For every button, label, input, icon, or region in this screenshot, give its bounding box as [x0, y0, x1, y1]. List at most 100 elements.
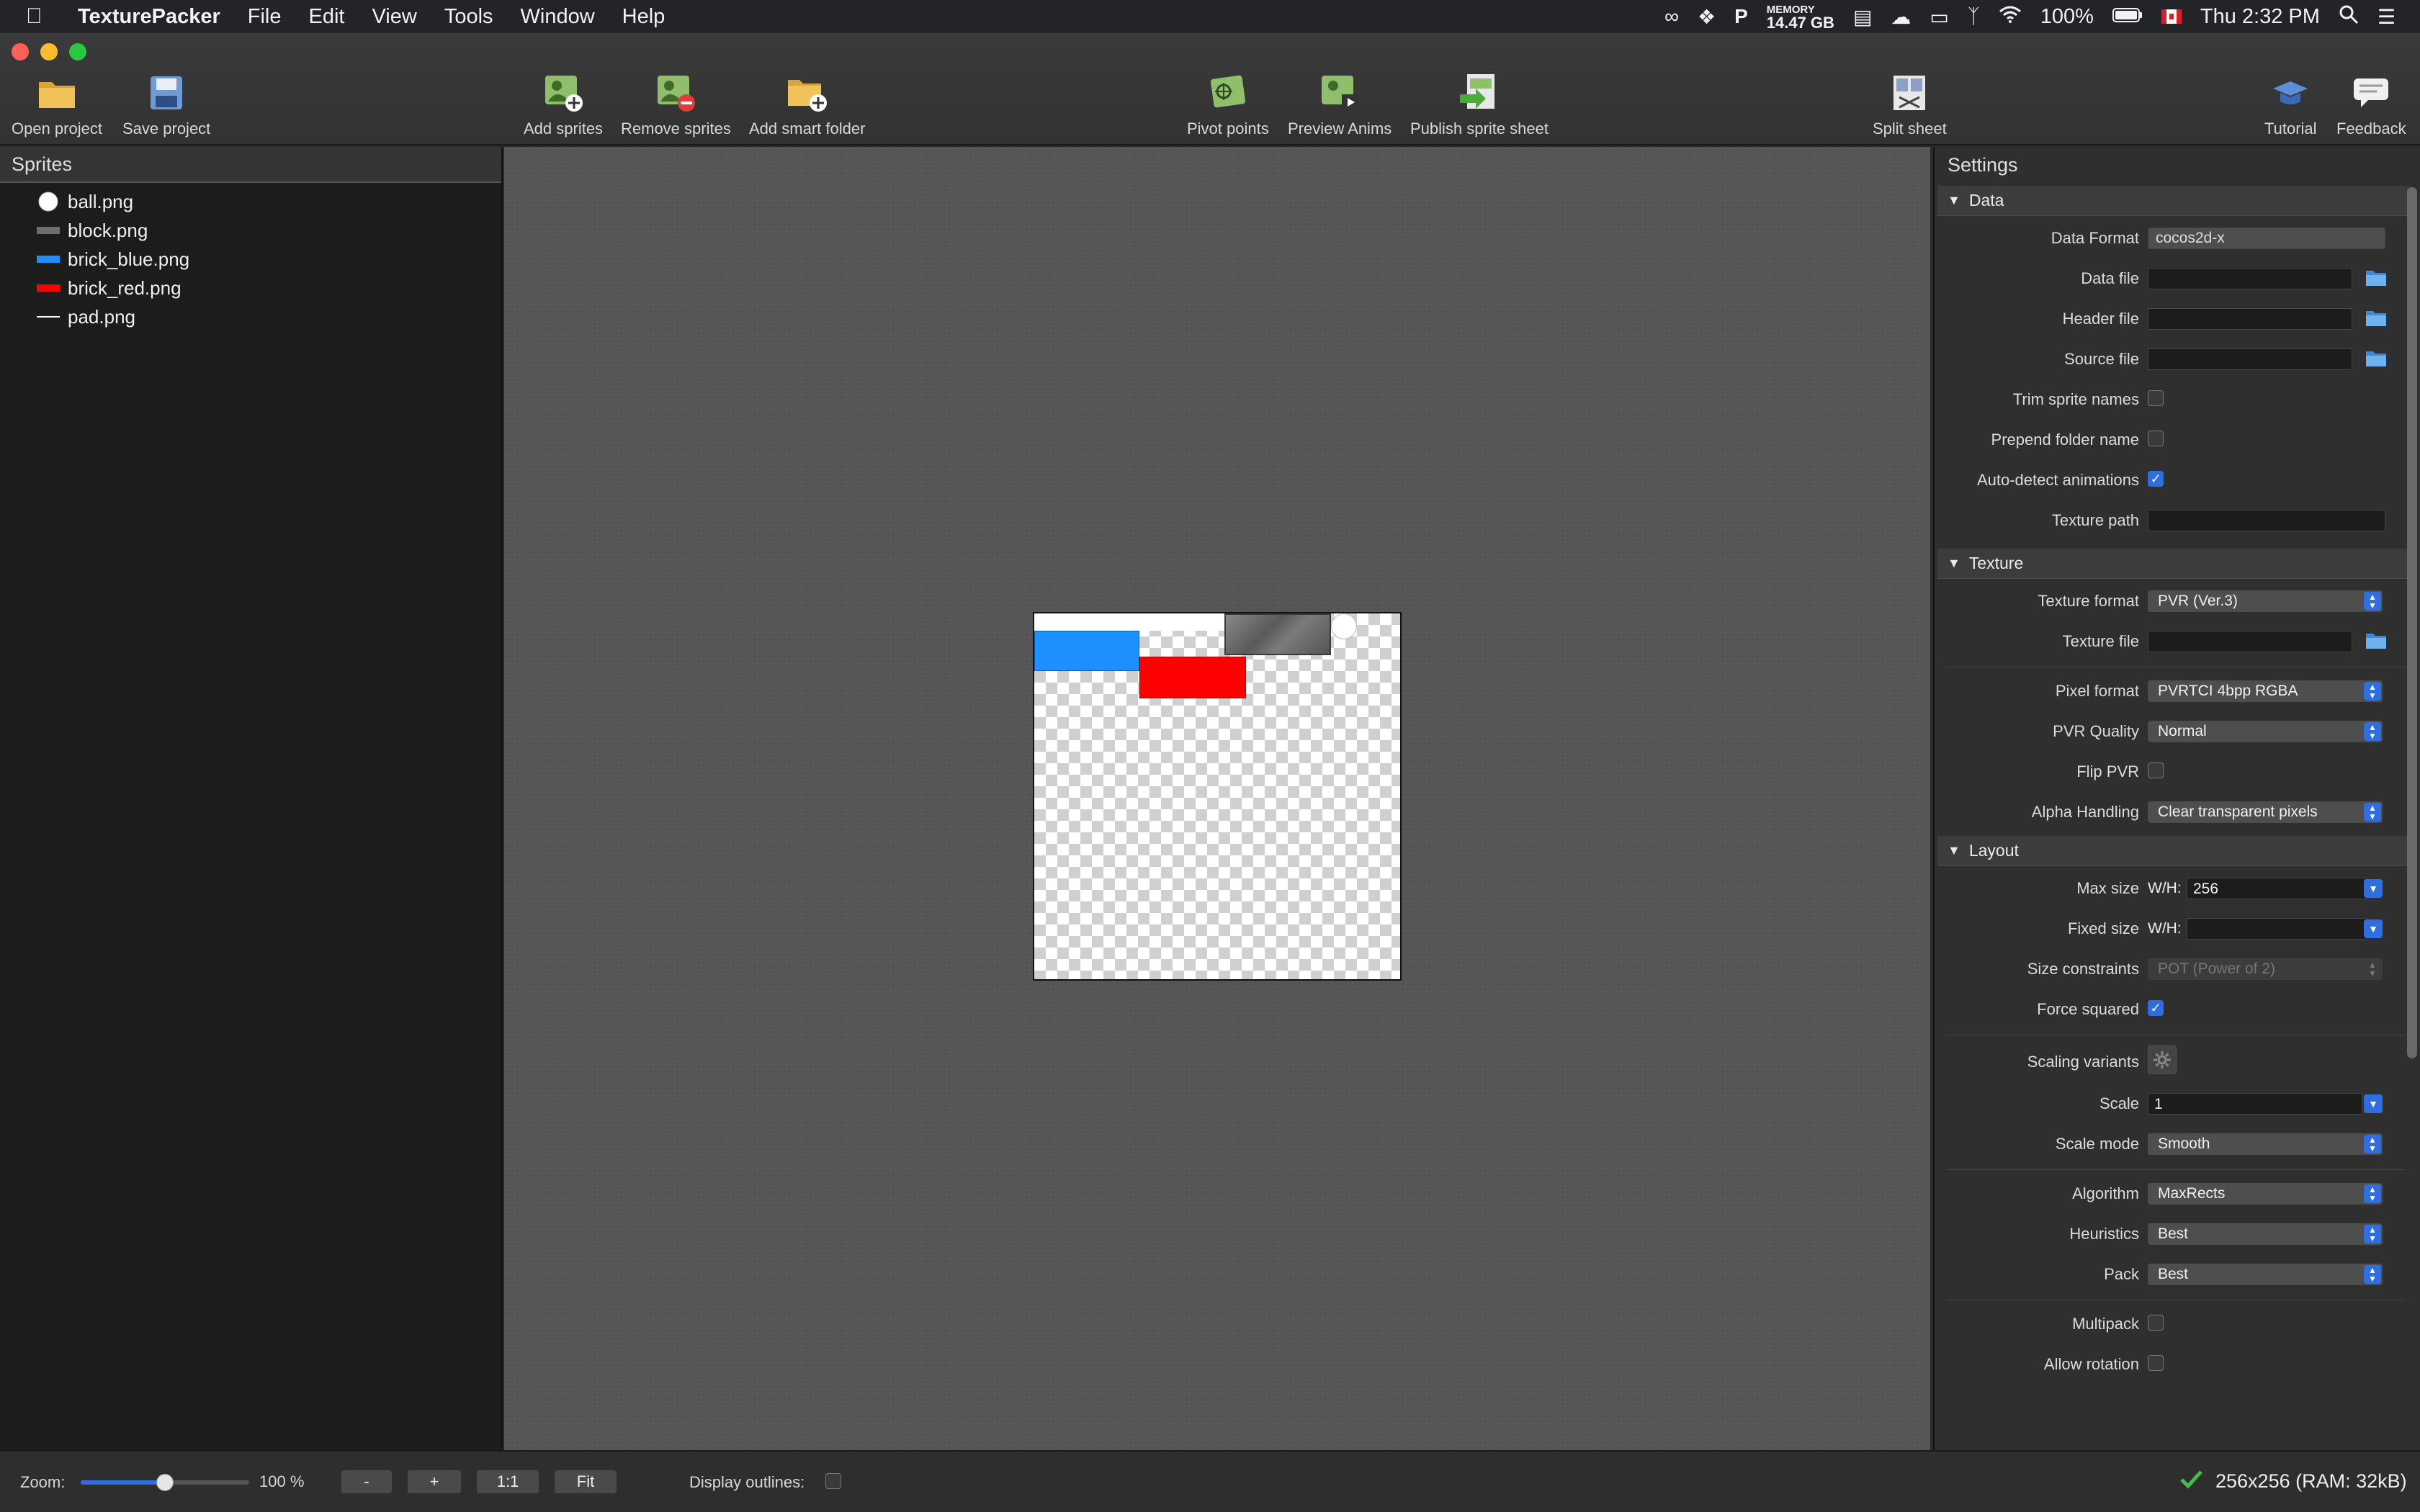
display-outlines-checkbox[interactable] — [825, 1473, 841, 1489]
scale-input[interactable]: 1 — [2148, 1093, 2362, 1115]
publish-sprite-sheet-button[interactable]: Publish sprite sheet — [1410, 69, 1549, 138]
memory-indicator[interactable]: MEMORY 14.47 GB — [1767, 4, 1834, 31]
wifi-icon[interactable] — [1999, 5, 2022, 28]
auto-detect-animations-checkbox[interactable]: ✓ — [2148, 471, 2164, 487]
add-sprites-button[interactable]: Add sprites — [524, 69, 603, 138]
zoom-fit-button[interactable]: Fit — [555, 1470, 617, 1493]
airplay-icon[interactable]: ▭ — [1930, 5, 1948, 29]
zoom-1-1-button[interactable]: 1:1 — [477, 1470, 539, 1493]
allow-rotation-checkbox[interactable] — [2148, 1355, 2164, 1371]
row-max-size: Max size W/H: 256 ▼ — [1935, 869, 2420, 909]
zoom-slider-knob[interactable] — [156, 1474, 174, 1491]
split-sheet-button[interactable]: Split sheet — [1873, 69, 1947, 138]
window-close-button[interactable] — [12, 43, 29, 60]
sprite-sheet-canvas[interactable] — [504, 147, 1930, 1450]
apple-menu-icon[interactable]:  — [26, 4, 55, 29]
scale-mode-select[interactable]: Smooth ▲ ▼ — [2148, 1133, 2383, 1155]
bluetooth-icon[interactable]: ᛉ — [1968, 5, 1980, 28]
scale-combo[interactable]: 1 ▼ — [2148, 1093, 2383, 1115]
sync-icon[interactable]: ☁ — [1891, 5, 1911, 29]
sprite-brick-blue[interactable] — [1034, 631, 1139, 671]
alpha-handling-select[interactable]: Clear transparent pixels ▲ ▼ — [2148, 801, 2383, 823]
window-zoom-button[interactable] — [69, 43, 86, 60]
sprite-brick-red[interactable] — [1139, 657, 1246, 698]
zoom-out-button[interactable]: - — [341, 1470, 392, 1493]
tutorial-button[interactable]: Tutorial — [2264, 69, 2317, 138]
fixed-size-combo[interactable]: W/H: ▼ — [2148, 918, 2383, 940]
creative-cloud-icon[interactable]: ∞ — [1664, 5, 1679, 28]
header-file-input[interactable] — [2148, 308, 2352, 330]
menu-edit[interactable]: Edit — [308, 5, 344, 29]
browse-folder-icon[interactable] — [2365, 348, 2387, 371]
browse-folder-icon[interactable] — [2365, 631, 2387, 653]
feedback-button[interactable]: Feedback — [2336, 69, 2406, 138]
open-project-button[interactable]: Open project — [12, 69, 102, 138]
sprite-ball[interactable] — [1331, 613, 1357, 639]
texture-path-input[interactable] — [2148, 510, 2385, 531]
chevron-down-icon[interactable]: ▼ — [2364, 879, 2383, 898]
zoom-in-button[interactable]: + — [408, 1470, 461, 1493]
max-size-input[interactable]: 256 — [2187, 878, 2367, 899]
sprite-block[interactable] — [1224, 613, 1331, 655]
source-file-input[interactable] — [2148, 348, 2352, 370]
split-view-icon[interactable]: ▤ — [1853, 5, 1872, 29]
remove-sprites-button[interactable]: Remove sprites — [621, 69, 731, 138]
section-texture-header[interactable]: ▼ Texture — [1937, 549, 2410, 579]
zoom-slider[interactable] — [81, 1474, 249, 1491]
row-allow-rotation: Allow rotation — [1935, 1345, 2420, 1385]
fixed-size-input[interactable] — [2187, 918, 2367, 940]
pocket-icon[interactable]: P — [1734, 5, 1748, 28]
texture-file-input[interactable] — [2148, 631, 2352, 652]
block-thumbnail-icon — [36, 225, 60, 235]
pvr-quality-select[interactable]: Normal ▲ ▼ — [2148, 721, 2383, 742]
texture-format-select[interactable]: PVR (Ver.3) ▲ ▼ — [2148, 590, 2383, 612]
max-size-combo[interactable]: W/H: 256 ▼ — [2148, 878, 2383, 899]
sprite-item-block[interactable]: block.png — [0, 216, 501, 245]
menu-view[interactable]: View — [372, 5, 416, 29]
sprite-item-pad[interactable]: pad.png — [0, 302, 501, 331]
chevron-down-icon[interactable]: ▼ — [2364, 1094, 2383, 1113]
menu-help[interactable]: Help — [622, 5, 666, 29]
data-file-input[interactable] — [2148, 268, 2352, 289]
pack-select[interactable]: Best ▲ ▼ — [2148, 1264, 2383, 1285]
sprite-sheet-preview[interactable] — [1033, 612, 1402, 981]
flip-pvr-checkbox[interactable] — [2148, 762, 2164, 778]
menu-window[interactable]: Window — [521, 5, 595, 29]
sprite-pad[interactable] — [1034, 613, 1224, 631]
sprite-item-brick-blue[interactable]: brick_blue.png — [0, 245, 501, 274]
max-size-label: Max size — [2076, 879, 2139, 897]
battery-icon[interactable] — [2112, 5, 2143, 28]
heuristics-select[interactable]: Best ▲ ▼ — [2148, 1223, 2383, 1245]
dropbox-icon[interactable]: ❖ — [1698, 5, 1716, 29]
input-source-flag-icon[interactable] — [2161, 9, 2182, 24]
menu-file[interactable]: File — [248, 5, 282, 29]
browse-folder-icon[interactable] — [2365, 268, 2387, 290]
row-data-file: Data file — [1935, 259, 2420, 300]
pivot-points-button[interactable]: Pivot points — [1187, 69, 1269, 138]
preview-anims-button[interactable]: Preview Anims — [1288, 69, 1392, 138]
multipack-checkbox[interactable] — [2148, 1315, 2164, 1331]
sprite-item-ball[interactable]: ball.png — [0, 187, 501, 216]
data-format-select[interactable]: cocos2d-x — [2148, 228, 2385, 249]
force-squared-checkbox[interactable]: ✓ — [2148, 1000, 2164, 1016]
notification-center-icon[interactable]: ☰ — [2378, 5, 2396, 29]
menu-tools[interactable]: Tools — [444, 5, 493, 29]
menubar-clock[interactable]: Thu 2:32 PM — [2200, 5, 2320, 29]
browse-folder-icon[interactable] — [2365, 308, 2387, 330]
prepend-folder-name-checkbox[interactable] — [2148, 431, 2164, 446]
scaling-variants-gear-icon[interactable] — [2148, 1045, 2177, 1074]
pad-thumbnail-icon — [36, 312, 60, 322]
spotlight-search-icon[interactable] — [2339, 4, 2359, 30]
section-layout-header[interactable]: ▼ Layout — [1937, 836, 2410, 866]
add-smart-folder-button[interactable]: Add smart folder — [749, 69, 865, 138]
trim-sprite-names-checkbox[interactable] — [2148, 390, 2164, 406]
sprite-item-brick-red[interactable]: brick_red.png — [0, 274, 501, 302]
menu-app-name[interactable]: TexturePacker — [78, 5, 220, 29]
save-project-button[interactable]: Save project — [122, 69, 210, 138]
pixel-format-select[interactable]: PVRTCI 4bpp RGBA ▲ ▼ — [2148, 680, 2383, 702]
chevron-down-icon[interactable]: ▼ — [2364, 919, 2383, 938]
window-minimize-button[interactable] — [40, 43, 58, 60]
algorithm-select[interactable]: MaxRects ▲ ▼ — [2148, 1183, 2383, 1205]
sheet-size-info: 256x256 (RAM: 32kB) — [2215, 1470, 2407, 1492]
section-data-header[interactable]: ▼ Data — [1937, 186, 2410, 216]
